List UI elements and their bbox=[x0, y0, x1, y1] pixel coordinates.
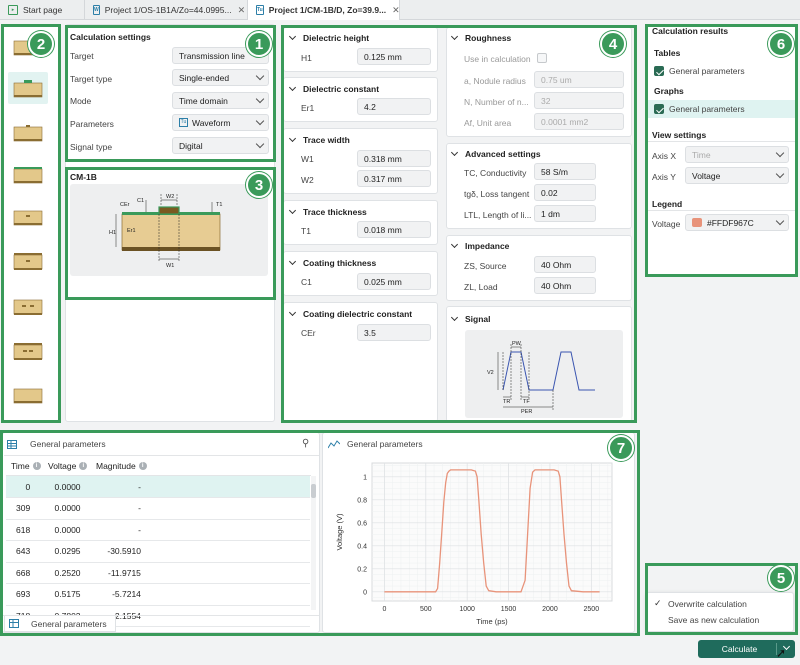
close-icon[interactable]: ✕ bbox=[238, 5, 246, 16]
highlight-box bbox=[1, 24, 61, 423]
step-badge-2: 2 bbox=[28, 31, 54, 57]
project-icon: Tu bbox=[256, 5, 264, 15]
step-badge-4: 4 bbox=[600, 31, 626, 57]
start-page-icon: ▸ bbox=[8, 5, 18, 15]
step-badge-1: 1 bbox=[246, 31, 272, 57]
tab-label: Start page bbox=[23, 5, 63, 15]
highlight-box bbox=[281, 25, 637, 423]
button-label: Calculate bbox=[721, 644, 758, 654]
step-badge-6: 6 bbox=[768, 31, 794, 57]
project-icon: W bbox=[93, 5, 100, 15]
step-badge-7: 7 bbox=[608, 435, 634, 461]
cursor-icon: ➚ bbox=[776, 646, 787, 660]
highlight-box bbox=[65, 25, 276, 162]
close-icon[interactable]: ✕ bbox=[392, 5, 400, 16]
tab-label: Project 1/OS-1B1A/Zo=44.0995... bbox=[104, 5, 232, 15]
tab-label: Project 1/CM-1B/D, Zo=39.9... bbox=[268, 5, 387, 15]
tab-project-cm-1b[interactable]: Tu Project 1/CM-1B/D, Zo=39.9... ✕ bbox=[248, 0, 400, 20]
highlight-box bbox=[0, 430, 640, 636]
tab-start-page[interactable]: ▸ Start page bbox=[0, 0, 85, 20]
highlight-box bbox=[65, 167, 276, 300]
tab-project-os-1b1a[interactable]: W Project 1/OS-1B1A/Zo=44.0995... ✕ bbox=[85, 0, 248, 20]
highlight-box bbox=[645, 24, 798, 277]
step-badge-5: 5 bbox=[768, 565, 794, 591]
tab-bar: ▸ Start page W Project 1/OS-1B1A/Zo=44.0… bbox=[0, 0, 800, 20]
step-badge-3: 3 bbox=[246, 172, 272, 198]
